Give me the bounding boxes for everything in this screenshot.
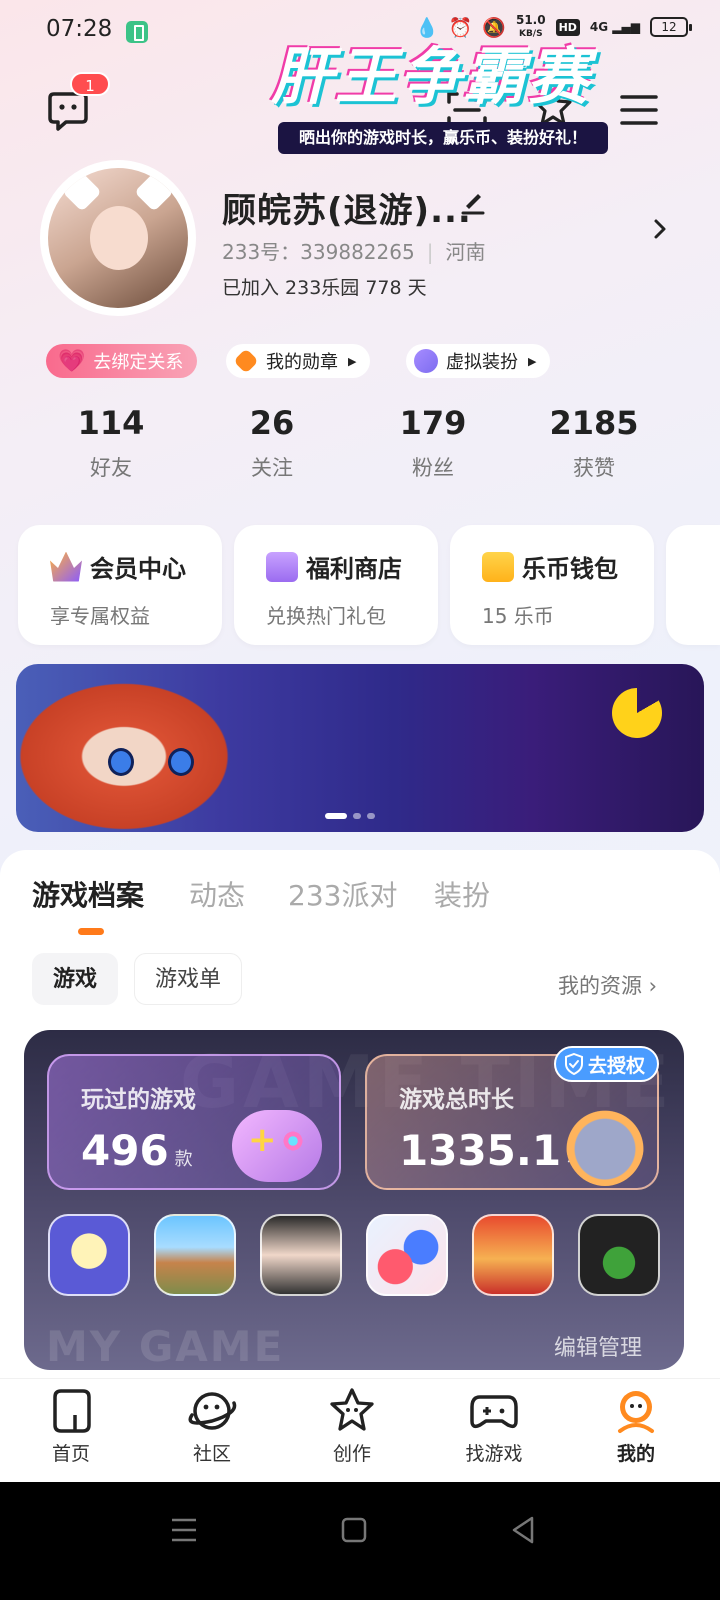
back-icon[interactable]	[504, 1510, 544, 1550]
battery-icon: 12	[650, 17, 692, 37]
tab-dressup[interactable]: 装扮	[434, 874, 490, 914]
nav-label: 首页	[51, 1443, 90, 1465]
play-time-value: 1335.1	[399, 1126, 562, 1175]
stat-likes[interactable]: 2185 获赞	[519, 404, 669, 482]
nav-find-games[interactable]: 找游戏	[444, 1385, 544, 1466]
medal-chip[interactable]: 我的勋章 ▶	[226, 344, 371, 378]
card-title: 会员中心	[90, 555, 186, 583]
cat-face-icon	[414, 349, 438, 373]
gift-icon	[266, 551, 298, 582]
stat-friends[interactable]: 114 好友	[36, 404, 186, 482]
edit-manage-button[interactable]: 编辑管理	[554, 1330, 642, 1362]
gamepad-icon	[232, 1110, 322, 1182]
chip-label: 虚拟装扮	[446, 352, 518, 373]
profile-joined: 已加入 233乐园 778 天	[222, 277, 427, 299]
profile-name[interactable]: 顾皖苏(退游)...	[222, 183, 472, 232]
tab-dynamic[interactable]: 动态	[189, 874, 245, 914]
profile-face-icon	[618, 1391, 654, 1433]
stat-value: 2185	[549, 404, 639, 442]
tab-indicator	[78, 928, 104, 935]
crown-icon	[50, 551, 82, 582]
triangle-right-icon: ▶	[528, 354, 537, 368]
message-badge: 1	[70, 72, 110, 96]
pacman-icon	[612, 688, 662, 738]
stat-fans[interactable]: 179 粉丝	[358, 404, 508, 482]
stopwatch-icon	[566, 1104, 644, 1186]
triangle-right-icon: ▶	[348, 354, 357, 368]
nav-home[interactable]: 首页	[21, 1385, 121, 1466]
stat-label: 获赞	[573, 456, 615, 480]
game-icon[interactable]	[472, 1214, 554, 1296]
event-banner[interactable]	[16, 664, 704, 832]
vip-center-card[interactable]: 会员中心 享专属权益	[18, 525, 222, 645]
stat-label: 关注	[251, 456, 293, 480]
game-icon[interactable]	[48, 1214, 130, 1296]
edit-icon[interactable]	[458, 186, 488, 216]
avatar-photo	[48, 168, 188, 308]
nav-label: 找游戏	[465, 1443, 523, 1465]
authorize-button[interactable]: 去授权	[554, 1046, 660, 1082]
played-games-title: 玩过的游戏	[81, 1087, 196, 1113]
gamepad-icon	[470, 1395, 518, 1429]
banner-character	[16, 664, 256, 832]
battery-saver-icon	[126, 21, 148, 43]
chip-label: 去绑定关系	[93, 352, 184, 373]
chevron-right-icon[interactable]	[648, 216, 672, 242]
home-icon	[53, 1389, 91, 1433]
coin-wallet-card[interactable]: 乐币钱包 15 乐币	[450, 525, 654, 645]
avatar-dressup-chip[interactable]: 虚拟装扮 ▶	[406, 344, 551, 378]
star-face-icon	[330, 1388, 374, 1431]
segment-game-lists[interactable]: 游戏单	[134, 953, 242, 1005]
card-subtitle: 兑换热门礼包	[266, 604, 386, 628]
profile-uid-row: 233号：339882265 | 河南	[222, 240, 486, 264]
nav-label: 我的	[616, 1443, 655, 1465]
recent-apps-icon[interactable]	[164, 1510, 204, 1550]
watermark-my-game: MY GAME	[46, 1322, 285, 1371]
welfare-store-card[interactable]: 福利商店 兑换热门礼包	[234, 525, 438, 645]
profile-region: 河南	[445, 240, 486, 264]
menu-icon[interactable]	[617, 88, 661, 132]
stat-following[interactable]: 26 关注	[197, 404, 347, 482]
card-title: 乐币钱包	[522, 555, 618, 583]
banner-title: 肝王争霸赛	[270, 40, 591, 113]
shield-check-icon	[565, 1053, 583, 1075]
nav-mine[interactable]: 我的	[586, 1385, 686, 1466]
chip-label: 我的勋章	[266, 352, 338, 373]
planet-face-icon	[188, 1392, 237, 1430]
profile-uid: 233号：339882265	[222, 240, 415, 264]
played-games-value: 496	[81, 1126, 169, 1175]
banner-pagination	[325, 813, 375, 819]
tab-game-profile[interactable]: 游戏档案	[32, 874, 144, 914]
wallet-icon	[482, 551, 514, 582]
status-time: 07:28	[46, 16, 113, 42]
bind-relation-chip[interactable]: 💗 去绑定关系	[46, 344, 198, 378]
stat-label: 粉丝	[412, 456, 454, 480]
card-subtitle: 15 乐币	[482, 604, 554, 628]
authorize-label: 去授权	[588, 1054, 646, 1077]
heart-icon: 💗	[58, 348, 86, 374]
tab-233-party[interactable]: 233派对	[288, 874, 397, 914]
played-games-unit: 款	[174, 1149, 193, 1170]
banner-subtitle: 晒出你的游戏时长，赢乐币、装扮好礼！	[278, 122, 608, 154]
medal-icon	[233, 348, 259, 374]
game-icon[interactable]	[366, 1214, 448, 1296]
stat-value: 179	[399, 404, 467, 442]
nav-create[interactable]: 创作	[302, 1385, 402, 1466]
avatar[interactable]	[40, 160, 196, 316]
card-title: 福利商店	[306, 555, 402, 583]
game-icon[interactable]	[260, 1214, 342, 1296]
my-resources-link[interactable]: 我的资源 ›	[558, 970, 657, 1000]
nav-community[interactable]: 社区	[162, 1385, 262, 1466]
nav-label: 社区	[192, 1443, 231, 1465]
segment-games[interactable]: 游戏	[32, 953, 118, 1005]
stat-label: 好友	[90, 456, 132, 480]
card-subtitle: 享专属权益	[50, 604, 150, 628]
more-service-card[interactable]	[666, 525, 720, 645]
home-button-icon[interactable]	[334, 1510, 374, 1550]
game-icon[interactable]	[578, 1214, 660, 1296]
stat-value: 26	[249, 404, 295, 442]
nav-label: 创作	[332, 1443, 371, 1465]
stat-value: 114	[77, 404, 145, 442]
game-icon[interactable]	[154, 1214, 236, 1296]
